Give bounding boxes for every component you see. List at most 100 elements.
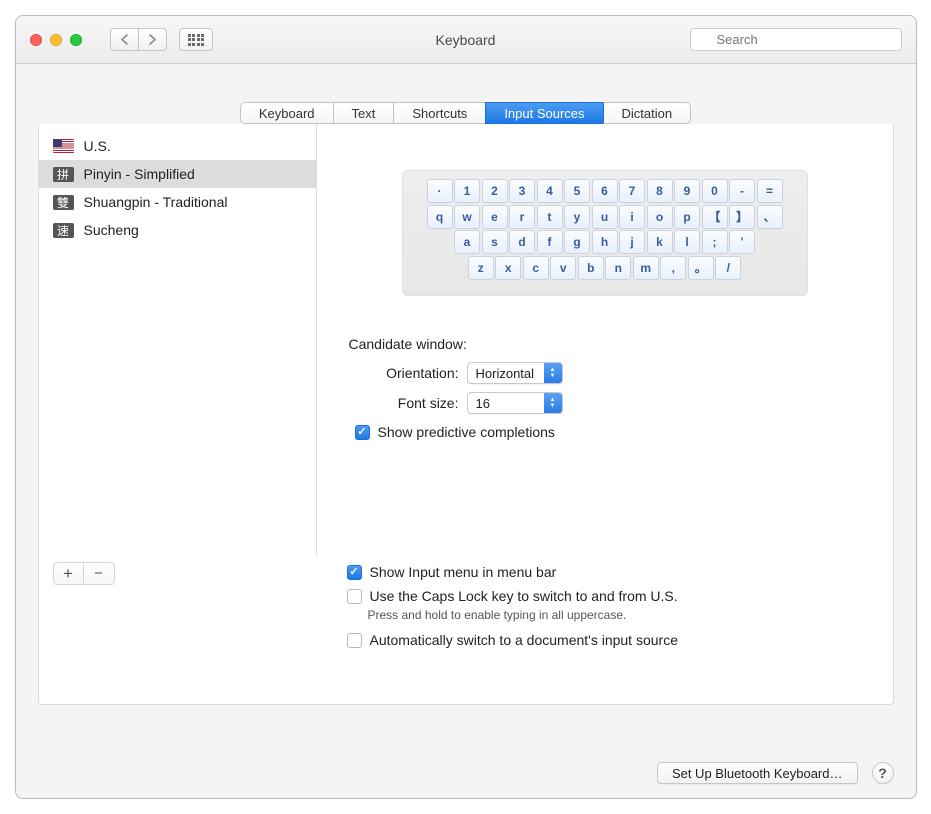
keyboard-key: v — [550, 256, 576, 280]
keyboard-key: 5 — [564, 179, 590, 203]
source-pinyin-simplified[interactable]: 拼 Pinyin - Simplified — [39, 160, 316, 188]
caps-lock-switch-checkbox[interactable] — [347, 589, 362, 604]
keyboard-key: ' — [729, 230, 755, 254]
keyboard-key: 4 — [537, 179, 563, 203]
grid-icon — [188, 34, 205, 46]
keyboard-key: r — [509, 205, 535, 229]
panel-bottom: + − Show Input menu in menu bar Use the … — [39, 556, 893, 660]
keyboard-key: x — [495, 256, 521, 280]
caps-lock-switch-label: Use the Caps Lock key to switch to and f… — [370, 588, 678, 604]
keyboard-key: ; — [702, 230, 728, 254]
us-flag-icon — [53, 139, 74, 153]
shuangpin-icon: 雙 — [53, 195, 74, 210]
stepper-arrows-icon — [544, 393, 562, 413]
keyboard-key: 9 — [674, 179, 700, 203]
keyboard-key: c — [523, 256, 549, 280]
titlebar: Keyboard — [16, 16, 916, 64]
input-source-list[interactable]: U.S. 拼 Pinyin - Simplified 雙 Shuangpin -… — [39, 114, 317, 556]
tab-keyboard[interactable]: Keyboard — [240, 102, 333, 124]
chevron-right-icon — [148, 34, 157, 45]
keyboard-key: 6 — [592, 179, 618, 203]
caps-lock-hint: Press and hold to enable typing in all u… — [345, 608, 679, 622]
tab-shortcuts[interactable]: Shortcuts — [393, 102, 485, 124]
stepper-arrows-icon — [544, 363, 562, 383]
tab-segmented-control: Keyboard Text Shortcuts Input Sources Di… — [240, 102, 691, 124]
sucheng-icon: 速 — [53, 223, 74, 238]
source-detail: ·1234567890-= qwertyuiop【】、 asdfghjkl;' … — [317, 114, 893, 556]
source-label: U.S. — [84, 138, 111, 154]
keyboard-key: o — [647, 205, 673, 229]
keyboard-key: 3 — [509, 179, 535, 203]
search-input[interactable] — [690, 28, 902, 51]
source-label: Shuangpin - Traditional — [84, 194, 228, 210]
setup-bluetooth-button[interactable]: Set Up Bluetooth Keyboard… — [657, 762, 858, 784]
keyboard-key: y — [564, 205, 590, 229]
tab-input-sources[interactable]: Input Sources — [485, 102, 602, 124]
traffic-lights — [16, 34, 82, 46]
keyboard-key: e — [482, 205, 508, 229]
preferences-window: Keyboard Keyboard Text Shortcuts Input S… — [15, 15, 917, 799]
predictive-completions-checkbox[interactable] — [355, 425, 370, 440]
input-sources-panel: U.S. 拼 Pinyin - Simplified 雙 Shuangpin -… — [38, 113, 894, 705]
add-source-button[interactable]: + — [54, 563, 84, 584]
keyboard-key: 8 — [647, 179, 673, 203]
keyboard-key: 7 — [619, 179, 645, 203]
source-us[interactable]: U.S. — [39, 132, 316, 160]
keyboard-key: k — [647, 230, 673, 254]
tab-dictation[interactable]: Dictation — [603, 102, 692, 124]
keyboard-key: 。 — [688, 256, 714, 280]
auto-switch-checkbox[interactable] — [347, 633, 362, 648]
keyboard-key: i — [619, 205, 645, 229]
keyboard-key: , — [660, 256, 686, 280]
candidate-window-title: Candidate window: — [349, 336, 865, 352]
keyboard-key: s — [482, 230, 508, 254]
keyboard-key: 0 — [702, 179, 728, 203]
forward-button[interactable] — [138, 28, 167, 51]
remove-source-button[interactable]: − — [84, 563, 114, 584]
keyboard-preview: ·1234567890-= qwertyuiop【】、 asdfghjkl;' … — [402, 170, 808, 296]
show-input-menu-checkbox[interactable] — [347, 565, 362, 580]
keyboard-key: l — [674, 230, 700, 254]
add-remove-control: + − — [53, 562, 115, 585]
orientation-popup[interactable]: Horizontal — [467, 362, 563, 384]
keyboard-key: f — [537, 230, 563, 254]
orientation-value: Horizontal — [468, 366, 544, 381]
keyboard-key: g — [564, 230, 590, 254]
keyboard-key: j — [619, 230, 645, 254]
show-input-menu-label: Show Input menu in menu bar — [370, 564, 557, 580]
tab-bar: Keyboard Text Shortcuts Input Sources Di… — [16, 64, 916, 124]
keyboard-key: / — [715, 256, 741, 280]
source-sucheng[interactable]: 速 Sucheng — [39, 216, 316, 244]
tab-text[interactable]: Text — [333, 102, 394, 124]
keyboard-key: 】 — [729, 205, 755, 229]
global-options: Show Input menu in menu bar Use the Caps… — [345, 562, 679, 648]
keyboard-key: z — [468, 256, 494, 280]
keyboard-key: w — [454, 205, 480, 229]
keyboard-key: q — [427, 205, 453, 229]
help-button[interactable]: ? — [872, 762, 894, 784]
candidate-window-section: Candidate window: Orientation: Horizonta… — [345, 336, 865, 440]
minimize-window-button[interactable] — [50, 34, 62, 46]
predictive-completions-label: Show predictive completions — [378, 424, 555, 440]
source-label: Sucheng — [84, 222, 139, 238]
auto-switch-label: Automatically switch to a document's inp… — [370, 632, 679, 648]
keyboard-key: d — [509, 230, 535, 254]
keyboard-key: 、 — [757, 205, 783, 229]
keyboard-key: t — [537, 205, 563, 229]
keyboard-key: 【 — [702, 205, 728, 229]
close-window-button[interactable] — [30, 34, 42, 46]
source-shuangpin-traditional[interactable]: 雙 Shuangpin - Traditional — [39, 188, 316, 216]
keyboard-key: a — [454, 230, 480, 254]
keyboard-key: b — [578, 256, 604, 280]
fontsize-popup[interactable]: 16 — [467, 392, 563, 414]
zoom-window-button[interactable] — [70, 34, 82, 46]
keyboard-key: - — [729, 179, 755, 203]
panel-top: U.S. 拼 Pinyin - Simplified 雙 Shuangpin -… — [39, 114, 893, 556]
keyboard-key: u — [592, 205, 618, 229]
keyboard-key: 2 — [482, 179, 508, 203]
keyboard-key: = — [757, 179, 783, 203]
back-button[interactable] — [110, 28, 138, 51]
pinyin-icon: 拼 — [53, 167, 74, 182]
show-all-button[interactable] — [179, 28, 214, 51]
nav-buttons — [110, 28, 167, 51]
